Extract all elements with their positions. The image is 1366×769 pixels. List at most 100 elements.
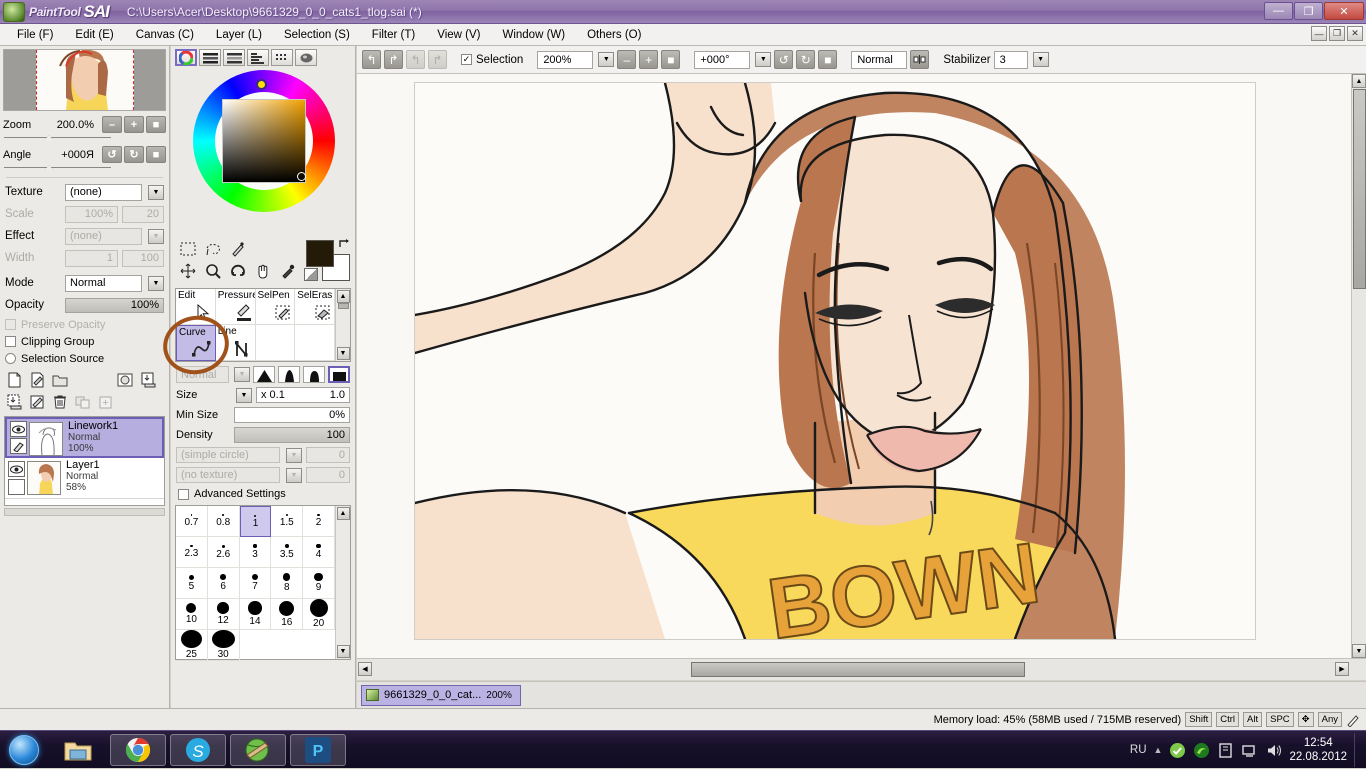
tool-curve[interactable]: Curve [176,325,216,361]
doc-maximize-button[interactable]: ❐ [1329,26,1345,41]
brush-minsize-field[interactable]: 0% [234,407,350,423]
brush-size-cell-16[interactable]: 16 [271,599,304,630]
taskbar-photoshop[interactable]: P [290,733,346,766]
taskbar-skype[interactable]: S [170,733,226,766]
selection-source-radio[interactable] [5,353,16,364]
texture-value[interactable]: (none) [65,183,142,201]
flip-horizontal-icon[interactable] [910,50,930,69]
tool-edit[interactable]: Edit [176,289,216,325]
swatch-grid-icon[interactable] [271,49,293,66]
selection-toggle[interactable]: ✓ Selection [461,54,523,66]
menu-layer[interactable]: Layer (L) [205,27,273,43]
new-folder-icon[interactable] [50,370,70,389]
brush-size-cell-0.8[interactable]: 0.8 [207,506,240,537]
brush-size-cell-25[interactable]: 25 [176,630,208,661]
menu-canvas[interactable]: Canvas (C) [125,27,205,43]
taskbar-explorer[interactable] [50,734,106,766]
canvas-zoom-reset-button[interactable]: ■ [661,50,681,69]
size-scroll-up-icon[interactable]: ▲ [336,507,350,520]
delete-layer-trash-icon[interactable] [50,392,70,411]
clear-layer-icon[interactable] [27,392,47,411]
brush-size-cell-2.6[interactable]: 2.6 [207,537,240,568]
sv-selector-handle[interactable] [296,172,306,181]
redo-button[interactable]: ↱ [384,50,403,69]
scroll-up-icon[interactable]: ▲ [336,290,350,303]
menu-others[interactable]: Others (O) [576,27,652,43]
angle-slider-track[interactable] [4,167,111,168]
color-wheel-icon[interactable] [175,49,197,66]
clipping-group-row[interactable]: Clipping Group [0,333,169,350]
layers-scrollbar[interactable] [4,508,165,516]
brush-size-cell-10[interactable]: 10 [176,599,208,630]
layer-linework-pen-icon[interactable] [9,437,27,454]
doc-close-button[interactable]: ✕ [1347,26,1363,41]
tool-line[interactable]: Line [215,325,256,361]
clipping-group-checkbox[interactable] [5,336,16,347]
language-indicator[interactable]: RU [1130,744,1147,756]
zoom-reset-button[interactable]: ■ [146,116,166,133]
size-scroll-down-icon[interactable]: ▼ [336,645,350,658]
brush-size-cell-3.5[interactable]: 3.5 [271,537,304,568]
rgb-slider-icon[interactable] [199,49,221,66]
zoom-out-button[interactable]: – [102,116,122,133]
hue-selector-handle[interactable] [255,79,267,90]
clock[interactable]: 12:54 22.08.2012 [1289,736,1347,764]
rotate-icon[interactable] [225,260,250,282]
vertical-scroll-thumb[interactable] [1352,89,1366,289]
foreground-color-swatch[interactable] [306,240,334,267]
scroll-up-arrow-icon[interactable]: ▲ [1352,74,1366,88]
scroll-down-arrow-icon[interactable]: ▼ [1352,644,1366,658]
brush-size-cell-8[interactable]: 8 [271,568,304,599]
brush-shape-sharp[interactable] [253,366,275,383]
canvas-vertical-scrollbar[interactable]: ▲ ▼ [1351,74,1366,658]
brush-size-field[interactable]: x 0.1 1.0 [256,387,350,403]
color-wheel[interactable] [175,68,352,236]
brush-size-cell-0.7[interactable]: 0.7 [176,506,208,537]
layer-item-layer1[interactable]: Layer1 Normal 58% [5,458,164,499]
show-hidden-icons-chevron-up-icon[interactable]: ▲ [1154,745,1163,755]
tool-list-scrollbar[interactable]: ▲ ▼ [335,289,350,361]
zoom-icon[interactable] [200,260,225,282]
canvas-viewport[interactable]: BOWN [357,74,1366,658]
artboard[interactable]: BOWN [415,83,1255,639]
swap-colors-icon[interactable] [338,238,351,251]
hsv-slider-icon[interactable] [223,49,245,66]
brush-density-slider[interactable]: 100 [234,427,350,443]
canvas-zoom-field[interactable]: 200% [537,50,594,69]
layers-list[interactable]: Linework1 Normal 100% Layer1 Normal 58% [4,416,165,506]
zoom-slider-handle[interactable] [44,135,54,141]
device-icon[interactable] [1217,742,1234,759]
mode-dropdown-chevron-down-icon[interactable]: ▼ [148,275,164,291]
size-grid-scrollbar[interactable]: ▲ ▼ [335,506,350,659]
merge-visible-icon[interactable] [4,392,24,411]
tool-list[interactable]: Edit Pressure SelPen SelEras Curve Line … [175,288,351,362]
layer-mask-icon[interactable] [115,370,135,389]
brush-size-cell-2[interactable]: 2 [303,506,335,537]
selection-checkbox[interactable]: ✓ [461,54,472,65]
canvas-horizontal-scrollbar[interactable]: ◀ ▶ [357,658,1366,680]
new-layer-icon[interactable] [4,370,24,389]
brush-size-grid[interactable]: 0.7 0.8 1 1.5 2 2.3 2.6 3 3.5 4 5 6 7 8 9 10 12 14 16 20 25 3… [175,505,351,661]
stabilizer-chevron-down-icon[interactable]: ▼ [1032,52,1049,67]
lasso-icon[interactable] [200,238,225,260]
new-linework-layer-icon[interactable] [27,370,47,389]
tool-selpen[interactable]: SelPen [255,289,296,325]
maximize-button[interactable]: ❐ [1294,2,1323,20]
canvas-angle-chevron-down-icon[interactable]: ▼ [755,52,772,67]
tool-pressure[interactable]: Pressure [215,289,256,325]
brush-size-chevron-down-icon[interactable]: ▼ [236,387,252,403]
canvas-rotate-reset-button[interactable]: ■ [818,50,838,69]
merge-down-icon[interactable] [138,370,158,389]
advanced-settings-row[interactable]: Advanced Settings [171,485,355,503]
selection-source-row[interactable]: Selection Source [0,350,169,367]
brush-size-cell-2.3[interactable]: 2.3 [176,537,208,568]
advanced-settings-checkbox[interactable] [178,488,189,500]
brush-size-cell-30[interactable]: 30 [207,630,240,661]
menu-window[interactable]: Window (W) [491,27,576,43]
scroll-left-arrow-icon[interactable]: ◀ [358,662,372,676]
brush-size-cell-1.5[interactable]: 1.5 [271,506,304,537]
zoom-in-button[interactable]: + [124,116,144,133]
brush-size-cell-7[interactable]: 7 [239,568,272,599]
minimize-button[interactable]: — [1264,2,1293,20]
antivirus-icon[interactable] [1169,742,1186,759]
